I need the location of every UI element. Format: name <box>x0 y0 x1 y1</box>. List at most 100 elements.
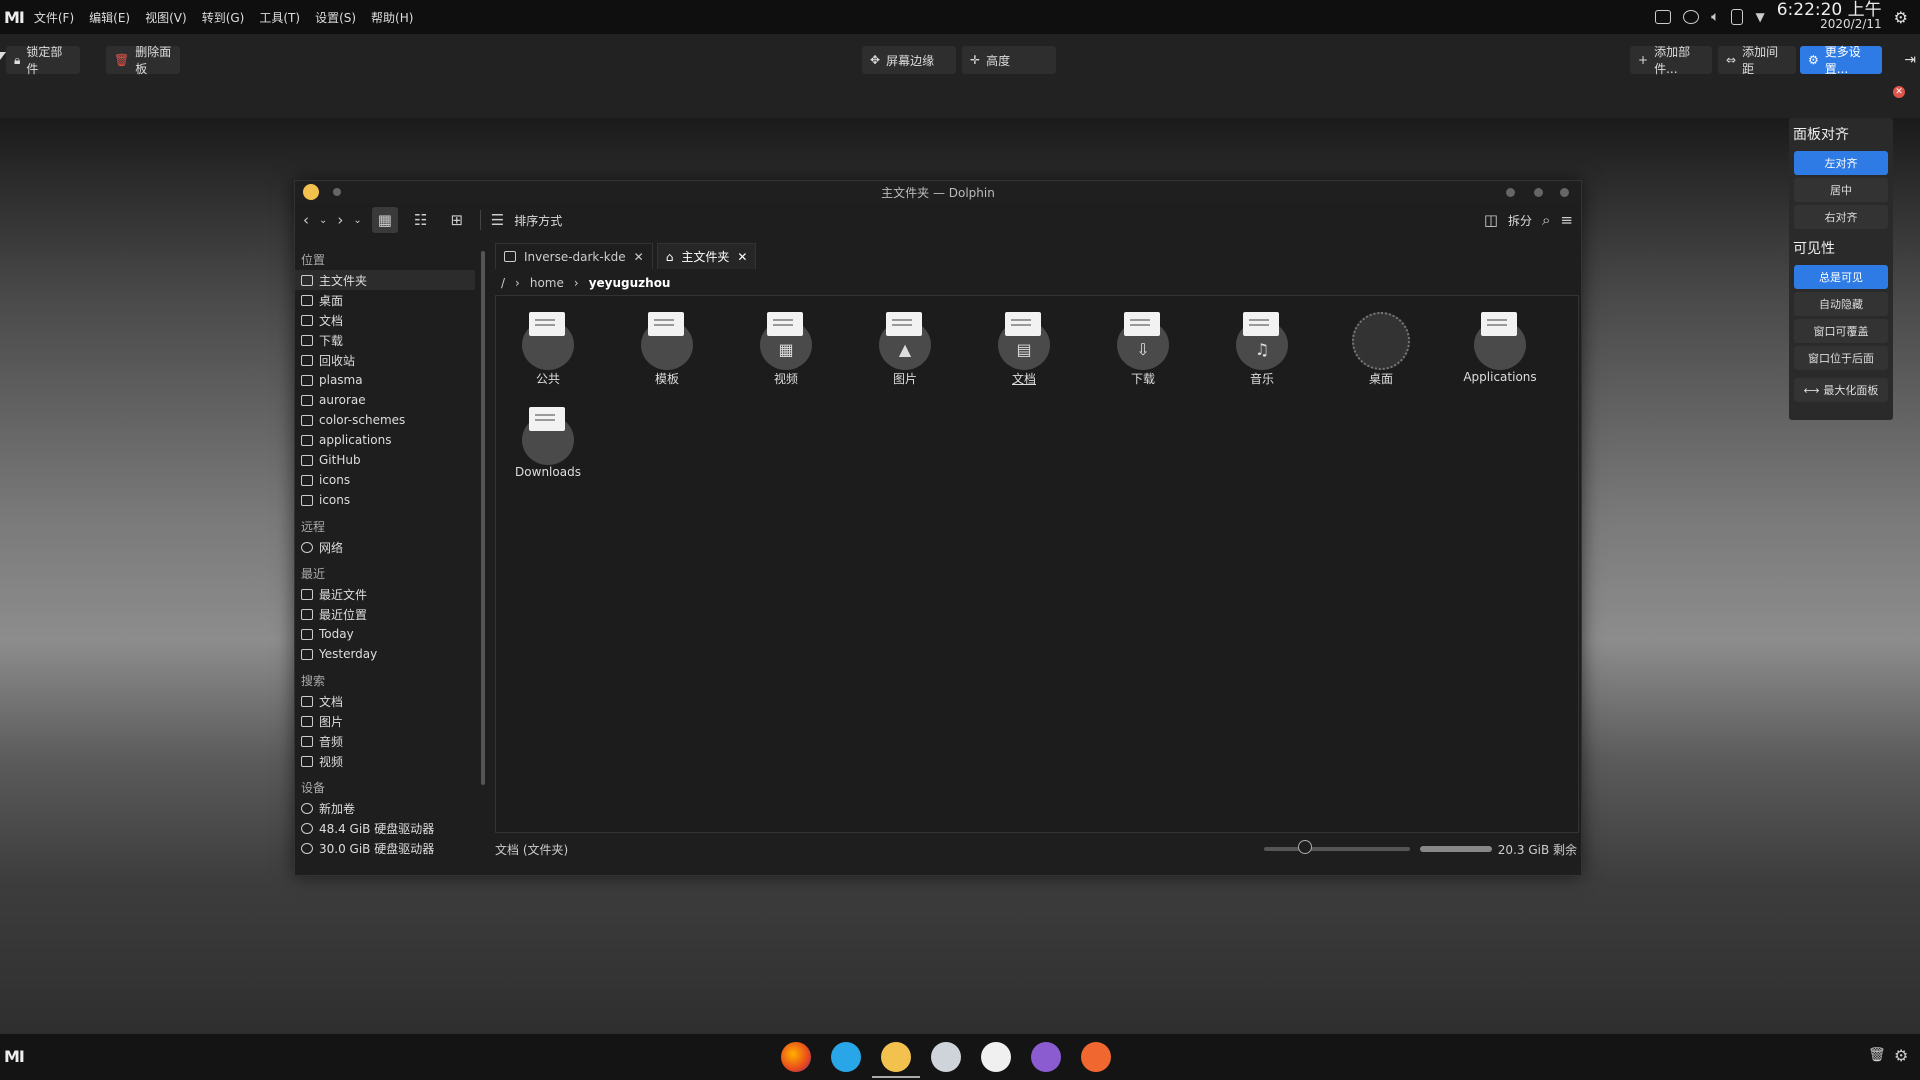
file-item-public[interactable]: 公共 <box>498 310 598 387</box>
hamburger-menu-icon[interactable]: ≡ <box>1560 211 1573 229</box>
keyboard-icon[interactable] <box>1655 10 1672 24</box>
menu-tools[interactable]: 工具(T) <box>259 9 300 26</box>
sidebar-item-trash[interactable]: 回收站 <box>295 350 483 370</box>
inkscape-icon[interactable] <box>981 1042 1011 1072</box>
sidebar-item-color-schemes[interactable]: color-schemes <box>295 410 483 430</box>
close-icon[interactable]: ✕ <box>1893 86 1905 98</box>
breadcrumb-root[interactable]: / <box>501 276 505 290</box>
close-icon[interactable] <box>1560 188 1569 197</box>
sidebar-item-yesterday[interactable]: Yesterday <box>295 644 483 664</box>
details-view-button[interactable]: ⊞ <box>444 207 470 233</box>
compact-view-button[interactable]: ☷ <box>408 207 434 233</box>
breadcrumb-home[interactable]: home <box>530 276 564 290</box>
sidebar-item-applications[interactable]: applications <box>295 430 483 450</box>
maximize-panel-button[interactable]: ⟷ 最大化面板 <box>1794 378 1888 402</box>
close-icon[interactable]: ✕ <box>737 250 747 264</box>
sidebar-item-documents[interactable]: 文档 <box>295 310 483 330</box>
sidebar-item-network[interactable]: 网络 <box>295 537 483 557</box>
sidebar-item-search-documents[interactable]: 文档 <box>295 691 483 711</box>
file-item-desktop[interactable]: 桌面 <box>1331 310 1431 387</box>
tab-home[interactable]: ⌂ 主文件夹 ✕ <box>656 243 757 269</box>
menu-help[interactable]: 帮助(H) <box>371 9 413 26</box>
menu-edit[interactable]: 编辑(E) <box>89 9 130 26</box>
menu-go[interactable]: 转到(G) <box>202 9 245 26</box>
clock[interactable]: 6:22:20 上午 2020/2/11 <box>1777 2 1882 32</box>
volume-icon[interactable]: 🔈︎ <box>1711 9 1719 25</box>
menu-file[interactable]: 文件(F) <box>34 9 74 26</box>
auto-hide-button[interactable]: 自动隐藏 <box>1794 292 1888 316</box>
sidebar-item-search-video[interactable]: 视频 <box>295 751 483 771</box>
sidebar-item-recent-locations[interactable]: 最近位置 <box>295 604 483 624</box>
forward-icon[interactable]: › <box>337 211 343 229</box>
zoom-slider-handle[interactable] <box>1297 840 1312 854</box>
sidebar-item-plasma[interactable]: plasma <box>295 370 483 390</box>
sidebar-item-device-3[interactable]: 30.0 GiB 硬盘驱动器 <box>295 838 483 857</box>
windows-go-below-button[interactable]: 窗口位于后面 <box>1794 346 1888 370</box>
firefox-icon[interactable] <box>781 1042 811 1072</box>
close-icon[interactable]: ✕ <box>634 250 644 264</box>
file-item-downloads-cn[interactable]: ⇩ 下载 <box>1093 310 1193 387</box>
sidebar-item-home[interactable]: 主文件夹 <box>295 270 475 290</box>
file-item-downloads[interactable]: Downloads <box>498 405 598 479</box>
add-widgets-button[interactable]: + 添加部件... <box>1630 45 1712 76</box>
sidebar-item-search-images[interactable]: 图片 <box>295 711 483 731</box>
add-spacer-button[interactable]: ⇔ 添加间距 <box>1718 45 1796 76</box>
sidebar-item-device-1[interactable]: 新加卷 <box>295 798 483 818</box>
sidebar-item-device-2[interactable]: 48.4 GiB 硬盘驱动器 <box>295 818 483 838</box>
align-left-button[interactable]: 左对齐 <box>1794 151 1888 175</box>
settings-icon[interactable] <box>931 1042 961 1072</box>
delete-panel-button[interactable]: 🗑︎ 删除面板 <box>106 45 180 76</box>
maximize-icon[interactable] <box>1534 188 1543 197</box>
file-item-templates[interactable]: 模板 <box>617 310 717 387</box>
more-settings-button[interactable]: ⚙ 更多设置... <box>1800 45 1882 76</box>
dock-mi-logo[interactable]: MI <box>4 1047 25 1066</box>
store-icon[interactable] <box>1081 1042 1111 1072</box>
sidebar-item-github[interactable]: GitHub <box>295 450 483 470</box>
sidebar-item-search-audio[interactable]: 音频 <box>295 731 483 751</box>
align-right-button[interactable]: 右对齐 <box>1794 205 1888 229</box>
window-titlebar[interactable]: 主文件夹 — Dolphin <box>295 181 1581 203</box>
file-item-documents[interactable]: ▤ 文档 <box>974 310 1074 387</box>
sidebar-item-recent-files[interactable]: 最近文件 <box>295 584 483 604</box>
height-button[interactable]: ✛ 高度 <box>962 46 1056 74</box>
sync-icon[interactable] <box>1683 10 1700 24</box>
tray-trash-icon[interactable]: 🗑︎ <box>1868 1047 1886 1063</box>
icons-view-button[interactable]: ▦ <box>371 207 398 233</box>
sidebar-item-desktop[interactable]: 桌面 <box>295 290 483 310</box>
back-menu-chevron-icon[interactable]: ⌄ <box>319 215 327 226</box>
github-icon[interactable] <box>1031 1042 1061 1072</box>
sort-button[interactable]: 排序方式 <box>514 212 562 229</box>
mi-logo[interactable]: MI <box>4 8 25 27</box>
file-item-applications[interactable]: Applications <box>1450 310 1550 384</box>
search-icon[interactable]: ⌕ <box>1542 211 1550 229</box>
screen-edge-button[interactable]: ✥ 屏幕边缘 <box>862 46 956 74</box>
dolphin-icon[interactable] <box>881 1042 911 1072</box>
forward-menu-chevron-icon[interactable]: ⌄ <box>353 215 361 226</box>
lock-widgets-button[interactable]: 🔒︎ 锁定部件 <box>6 45 80 76</box>
sidebar-item-downloads[interactable]: 下载 <box>295 330 483 350</box>
sidebar-item-today[interactable]: Today <box>295 624 483 644</box>
breadcrumb-user[interactable]: yeyuguzhou <box>589 276 671 290</box>
zoom-slider[interactable] <box>1263 840 1410 854</box>
tab-inverse-dark-kde[interactable]: Inverse-dark-kde ✕ <box>495 243 653 269</box>
sidebar-scrollbar[interactable] <box>481 251 485 785</box>
sidebar-item-icons-2[interactable]: icons <box>295 490 483 510</box>
menu-view[interactable]: 视图(V) <box>145 9 187 26</box>
clipboard-icon[interactable] <box>1731 9 1744 25</box>
pin-icon[interactable] <box>333 188 341 196</box>
windows-can-cover-button[interactable]: 窗口可覆盖 <box>1794 319 1888 343</box>
chat-icon[interactable] <box>831 1042 861 1072</box>
file-item-videos[interactable]: ▦ 视频 <box>736 310 836 387</box>
panel-resize-icon[interactable]: ⇥ <box>1904 52 1916 68</box>
always-visible-button[interactable]: 总是可见 <box>1794 265 1888 289</box>
menu-settings[interactable]: 设置(S) <box>315 9 356 26</box>
minimize-icon[interactable] <box>1506 188 1515 197</box>
split-button[interactable]: 拆分 <box>1508 212 1532 229</box>
gear-icon[interactable]: ⚙ <box>1894 1046 1908 1065</box>
chevron-down-icon[interactable]: ▼ <box>1755 10 1764 24</box>
file-view[interactable]: 公共 模板 ▦ 视频 ▲ 图片 ▤ 文档 ⇩ 下载 ♫ 音乐 桌面 Application… <box>495 295 1579 833</box>
back-icon[interactable]: ‹ <box>303 211 309 229</box>
file-item-pictures[interactable]: ▲ 图片 <box>855 310 955 387</box>
sidebar-item-aurorae[interactable]: aurorae <box>295 390 483 410</box>
align-center-button[interactable]: 居中 <box>1794 178 1888 202</box>
